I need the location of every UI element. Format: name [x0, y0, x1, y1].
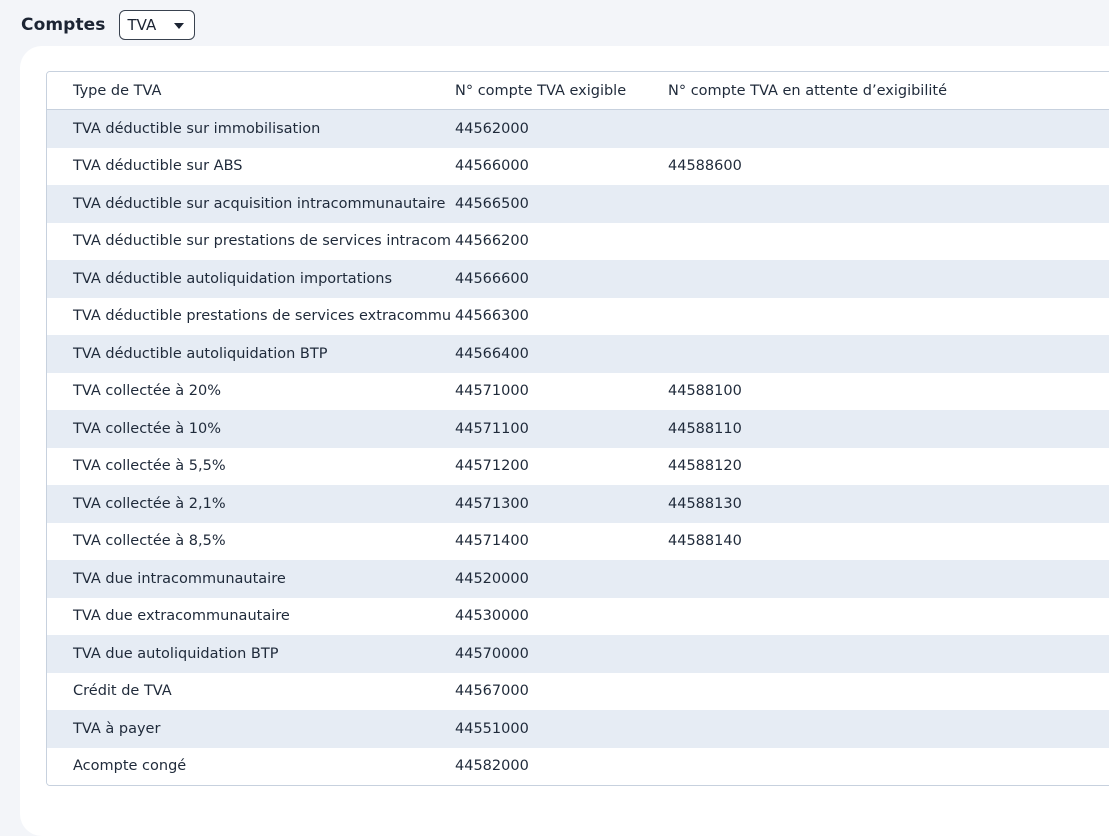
cell-due-account: 44566300 [455, 308, 529, 325]
cell-vat-type: TVA déductible sur ABS [73, 158, 243, 175]
column-header-due-account: N° compte TVA exigible [455, 82, 627, 99]
table-row[interactable]: TVA collectée à 20% 44571000 44588100 [47, 372, 1109, 410]
cell-due-account: 44567000 [455, 683, 529, 700]
cell-vat-type: TVA à payer [73, 720, 161, 737]
table-row[interactable]: TVA déductible sur ABS 44566000 44588600 [47, 147, 1109, 185]
table-row[interactable]: TVA à payer 44551000 [47, 710, 1109, 748]
cell-due-account: 44570000 [455, 645, 529, 662]
cell-vat-type: TVA due extracommunautaire [73, 608, 290, 625]
cell-pending-account: 44588100 [668, 383, 742, 400]
cell-pending-account: 44588140 [668, 533, 742, 550]
cell-due-account: 44520000 [455, 570, 529, 587]
cell-due-account: 44566400 [455, 345, 529, 362]
column-header-vat-type: Type de TVA [73, 82, 162, 99]
table-row[interactable]: TVA due intracommunautaire 44520000 [47, 560, 1109, 598]
cell-vat-type: TVA collectée à 10% [73, 420, 222, 437]
caret-down-icon [173, 22, 184, 29]
table-row[interactable]: TVA collectée à 8,5% 44571400 44588140 [47, 522, 1109, 560]
table-row[interactable]: TVA déductible sur prestations de servic… [47, 222, 1109, 260]
cell-vat-type: TVA déductible autoliquidation importati… [73, 270, 393, 287]
account-type-select[interactable]: TVA [118, 10, 195, 40]
table-row[interactable]: TVA collectée à 2,1% 44571300 44588130 [47, 485, 1109, 523]
select-value: TVA [127, 16, 157, 34]
cell-due-account: 44530000 [455, 608, 529, 625]
cell-pending-account: 44588120 [668, 458, 742, 475]
cell-due-account: 44571000 [455, 383, 529, 400]
cell-vat-type: TVA due autoliquidation BTP [73, 645, 279, 662]
cell-vat-type: TVA déductible sur immobilisation [73, 120, 321, 137]
cell-pending-account: 44588130 [668, 495, 742, 512]
table-row[interactable]: TVA déductible autoliquidation importati… [47, 260, 1109, 298]
cell-vat-type: TVA collectée à 8,5% [73, 533, 226, 550]
table-row[interactable]: Crédit de TVA 44567000 [47, 672, 1109, 710]
cell-due-account: 44571200 [455, 458, 529, 475]
cell-due-account: 44566500 [455, 195, 529, 212]
table-row[interactable]: TVA déductible prestations de services e… [47, 297, 1109, 335]
cell-vat-type: TVA déductible autoliquidation BTP [73, 345, 328, 362]
table-row[interactable]: TVA collectée à 5,5% 44571200 44588120 [47, 447, 1109, 485]
cell-vat-type: TVA déductible sur prestations de servic… [73, 233, 452, 250]
cell-pending-account: 44588600 [668, 158, 742, 175]
cell-pending-account: 44588110 [668, 420, 742, 437]
cell-vat-type: TVA déductible prestations de services e… [73, 308, 452, 325]
cell-due-account: 44566600 [455, 270, 529, 287]
cell-due-account: 44571300 [455, 495, 529, 512]
table-row[interactable]: TVA due extracommunautaire 44530000 [47, 597, 1109, 635]
cell-vat-type: Crédit de TVA [73, 683, 172, 700]
table-row[interactable]: TVA due autoliquidation BTP 44570000 [47, 635, 1109, 673]
cell-due-account: 44571400 [455, 533, 529, 550]
table-body: TVA déductible sur immobilisation 4456200… [47, 110, 1109, 785]
table-row[interactable]: TVA collectée à 10% 44571100 44588110 [47, 410, 1109, 448]
cell-vat-type: Acompte congé [73, 758, 187, 775]
vat-accounts-table: Type de TVA N° compte TVA exigible N° co… [46, 71, 1109, 786]
page-header: Comptes TVA [21, 10, 195, 40]
cell-vat-type: TVA collectée à 20% [73, 383, 222, 400]
table-row[interactable]: TVA déductible sur immobilisation 4456200… [47, 110, 1109, 148]
cell-due-account: 44566200 [455, 233, 529, 250]
table-row[interactable]: TVA déductible sur acquisition intracomm… [47, 185, 1109, 223]
cell-due-account: 44566000 [455, 158, 529, 175]
cell-vat-type: TVA collectée à 2,1% [73, 495, 226, 512]
page-title: Comptes [21, 15, 106, 35]
table-header-row: Type de TVA N° compte TVA exigible N° co… [47, 72, 1109, 110]
cell-due-account: 44582000 [455, 758, 529, 775]
cell-due-account: 44551000 [455, 720, 529, 737]
cell-vat-type: TVA collectée à 5,5% [73, 458, 226, 475]
table-row[interactable]: TVA déductible autoliquidation BTP 445664… [47, 335, 1109, 373]
cell-due-account: 44562000 [455, 120, 529, 137]
table-row[interactable]: Acompte congé 44582000 [47, 747, 1109, 785]
column-header-pending-account: N° compte TVA en attente d’exigibilité [668, 82, 947, 99]
cell-due-account: 44571100 [455, 420, 529, 437]
cell-vat-type: TVA déductible sur acquisition intracomm… [73, 195, 446, 212]
cell-vat-type: TVA due intracommunautaire [73, 570, 286, 587]
